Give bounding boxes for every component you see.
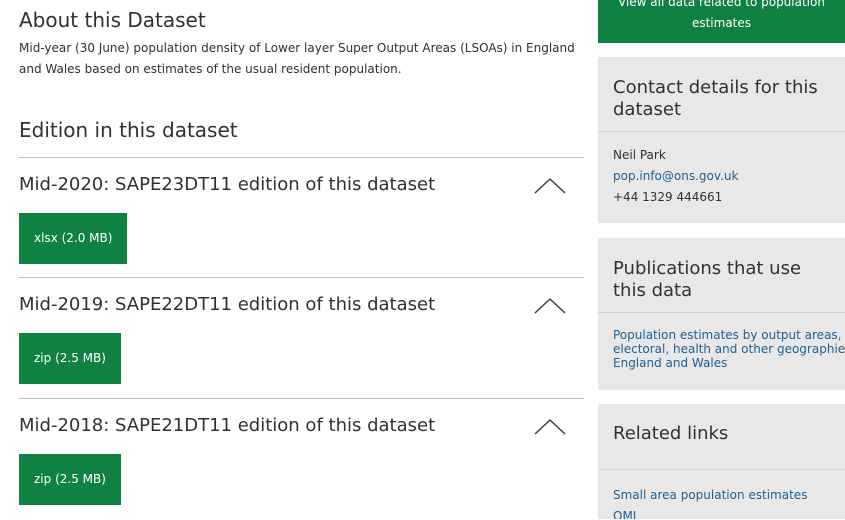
cta-line-2: estimates [691, 16, 752, 30]
edition-title[interactable]: Mid-2019: SAPE22DT11 edition of this dat… [19, 294, 435, 315]
contact-name: Neil Park [613, 148, 666, 162]
publications-panel: Publications that use this data Populati… [598, 238, 845, 390]
download-button[interactable]: zip (2.5 MB) [19, 333, 121, 384]
cta-line-1: View all data related to population [618, 0, 825, 9]
related-link[interactable]: Small area population estimates QMI [613, 488, 807, 519]
edition-item: Mid-2018: SAPE21DT11 edition of this dat… [19, 398, 584, 520]
download-button[interactable]: xlsx (2.0 MB) [19, 213, 128, 264]
about-title: About this Dataset [19, 8, 206, 32]
publication-link[interactable]: Population estimates by output areas, el… [598, 313, 845, 380]
view-all-data-button[interactable]: View all data related to population esti… [598, 0, 845, 43]
related-links-panel: Related links Small area population esti… [598, 404, 845, 519]
contact-panel: Contact details for this dataset Neil Pa… [598, 57, 845, 223]
edition-item: Mid-2019: SAPE22DT11 edition of this dat… [19, 277, 584, 399]
related-links-title: Related links [613, 423, 729, 444]
chevron-up-icon[interactable] [534, 297, 566, 314]
publication-link-line: electoral, health and other geographies, [613, 342, 845, 356]
contact-phone: +44 1329 444661 [613, 190, 723, 204]
publication-link-line: Population estimates by output areas, [613, 328, 842, 342]
contact-title: Contact details for this dataset [613, 77, 818, 120]
publications-title: Publications that use this data [613, 258, 802, 301]
edition-title[interactable]: Mid-2020: SAPE23DT11 edition of this dat… [19, 174, 435, 195]
download-button[interactable]: zip (2.5 MB) [19, 454, 121, 505]
editions-heading: Edition in this dataset [19, 118, 238, 142]
edition-title[interactable]: Mid-2018: SAPE21DT11 edition of this dat… [19, 415, 435, 436]
about-description: Mid-year (30 June) population density of… [19, 41, 575, 76]
chevron-up-icon[interactable] [534, 418, 566, 435]
contact-email-link[interactable]: pop.info@ons.gov.uk [613, 166, 830, 187]
edition-item: Mid-2020: SAPE23DT11 edition of this dat… [19, 157, 584, 279]
publication-link-line: England and Wales [613, 356, 728, 370]
chevron-up-icon[interactable] [534, 177, 566, 194]
